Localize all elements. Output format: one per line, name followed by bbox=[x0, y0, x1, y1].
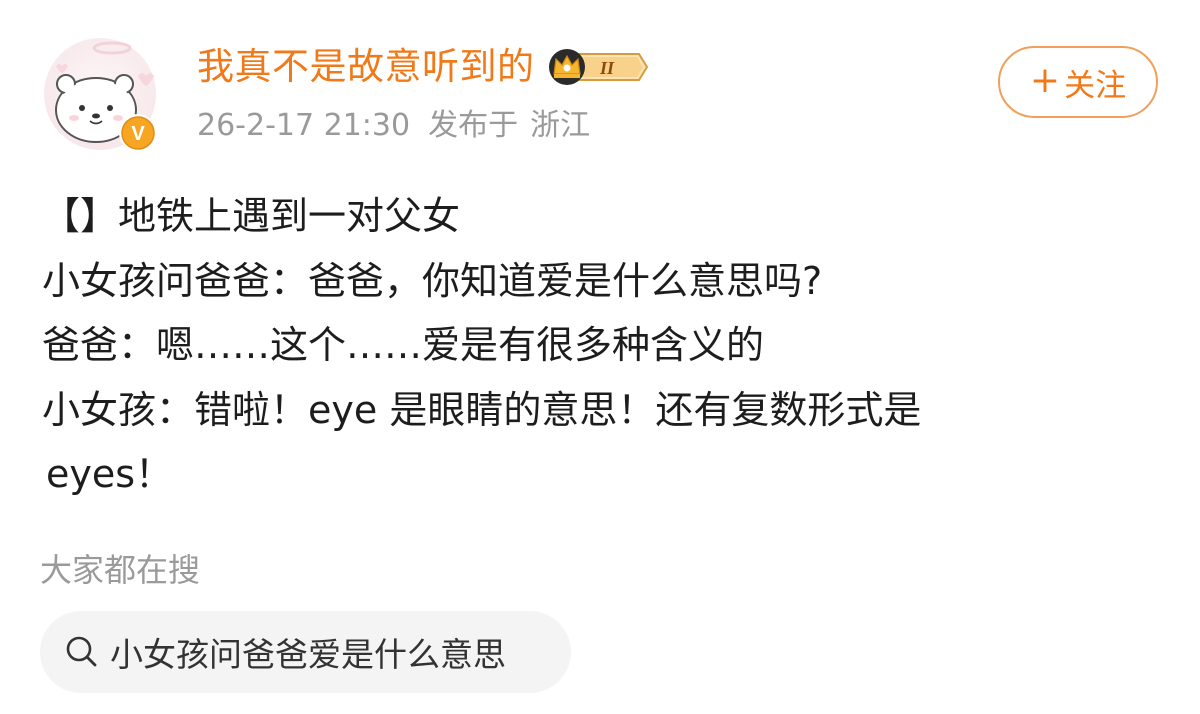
search-icon bbox=[64, 634, 100, 670]
post-meta: 26-2-17 21:30 发布于 浙江 bbox=[197, 106, 590, 146]
post-timestamp: 26-2-17 21:30 bbox=[197, 108, 411, 143]
post-line: 【】地铁上遇到一对父女 bbox=[42, 194, 461, 238]
verified-badge: V bbox=[118, 113, 158, 153]
trending-search-chip[interactable]: 小女孩问爸爸爱是什么意思 bbox=[40, 611, 571, 693]
follow-button-label: 关注 bbox=[1064, 67, 1127, 104]
member-level-label: II bbox=[598, 58, 614, 78]
post-text: 【】地铁上遇到一对父女 小女孩问爸爸：爸爸，你知道爱是什么意思吗? 爸爸：嗯……… bbox=[42, 184, 1162, 507]
verified-icon: V bbox=[119, 114, 157, 152]
post-line: 爸爸：嗯……这个……爱是有很多种含义的 bbox=[42, 323, 765, 367]
member-level-badge[interactable]: II bbox=[545, 46, 651, 88]
post-line: 小女孩：错啦！eye 是眼睛的意思！还有复数形式是 bbox=[42, 387, 922, 432]
post-line: eyes！ bbox=[46, 452, 174, 496]
follow-button[interactable]: + 关注 bbox=[998, 46, 1158, 118]
author-name[interactable]: 我真不是故意听到的 bbox=[197, 42, 535, 92]
verified-mark: V bbox=[131, 123, 145, 145]
author-row: 我真不是故意听到的 II bbox=[197, 42, 651, 92]
post-line: 小女孩问爸爸：爸爸，你知道爱是什么意思吗? bbox=[42, 258, 823, 303]
plus-icon: + bbox=[1029, 60, 1061, 101]
post-location: 浙江 bbox=[530, 108, 591, 143]
trending-search-text: 小女孩问爸爸爱是什么意思 bbox=[110, 635, 506, 674]
published-label: 发布于 bbox=[428, 108, 519, 143]
trending-label: 大家都在搜 bbox=[40, 551, 201, 589]
